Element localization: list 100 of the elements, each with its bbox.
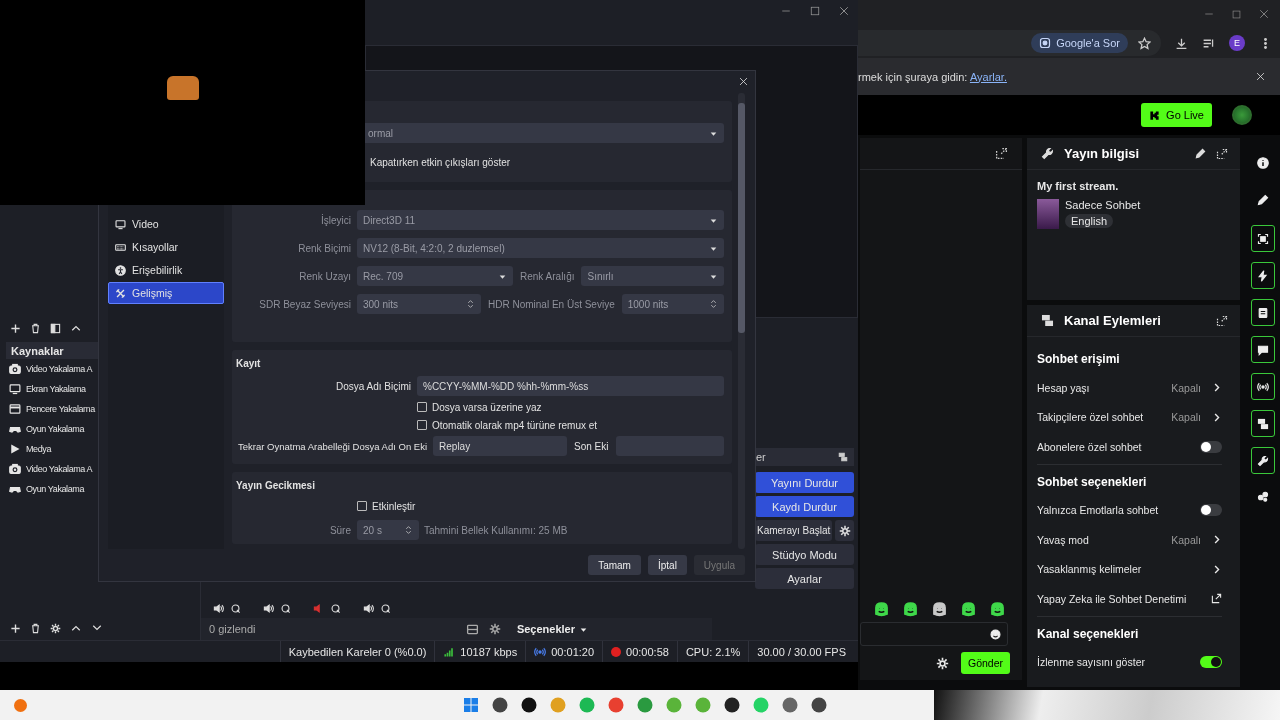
send-button[interactable]: Gönder <box>960 652 1010 674</box>
setting-row[interactable]: Yapay Zeka ile Sohbet Denetimi <box>1037 584 1222 614</box>
number-field[interactable]: 300 nits <box>357 294 481 314</box>
field-label[interactable]: Dosya Adı Biçimi <box>236 380 412 392</box>
emote-icon[interactable] <box>990 602 1005 617</box>
scrollbar[interactable] <box>738 93 745 549</box>
panel-icon[interactable] <box>50 322 61 334</box>
add-icon[interactable] <box>10 322 21 334</box>
setting-row[interactable]: Yasaklanmış kelimeler <box>1037 554 1222 584</box>
app-icon[interactable] <box>492 697 508 713</box>
toggle-switch[interactable] <box>1200 440 1222 453</box>
popout-icon[interactable] <box>1216 314 1228 327</box>
lens-icon <box>1039 37 1052 49</box>
start-icon[interactable] <box>463 697 479 713</box>
channels-button[interactable] <box>1250 410 1275 437</box>
app-icon[interactable] <box>811 697 827 713</box>
toggle-switch[interactable] <box>1200 504 1222 517</box>
restore-icon[interactable] <box>1231 8 1242 20</box>
monitor-icon[interactable] <box>9 383 21 395</box>
options-menu[interactable]: Seçenekler <box>510 623 594 635</box>
source-item[interactable]: Ekran Yakalama <box>26 384 86 394</box>
source-item[interactable]: Oyun Yakalama <box>26 424 84 434</box>
number-field[interactable]: 1000 nits <box>621 294 724 314</box>
setting-row[interactable]: Takipçilere özel sohbet Kapalı <box>1037 402 1222 432</box>
setting-row[interactable]: Hesap yaşı Kapalı <box>1037 373 1222 403</box>
close-icon[interactable] <box>738 75 749 87</box>
layout-icon[interactable] <box>465 622 479 636</box>
emote-icon[interactable] <box>874 602 889 617</box>
bookmark-star-icon[interactable] <box>1138 36 1151 50</box>
emote-icon[interactable] <box>961 602 976 617</box>
dialog-button[interactable]: Tamam <box>588 555 641 575</box>
trash-icon[interactable] <box>30 622 41 634</box>
channels-icon <box>1256 417 1269 430</box>
broadcast-button[interactable] <box>1250 373 1275 400</box>
popout-icon[interactable] <box>995 147 1008 160</box>
emote-icon[interactable] <box>903 602 918 617</box>
checkbox[interactable] <box>417 402 427 412</box>
text-field[interactable]: %CCYY-%MM-%DD %hh-%mm-%ss <box>417 376 724 396</box>
dialog-button[interactable]: İptal <box>647 555 687 575</box>
number-field[interactable]: 20 s <box>357 520 419 540</box>
dropdown[interactable]: Direct3D 11 <box>357 210 724 230</box>
speaker-icon[interactable] <box>213 603 224 614</box>
control-button[interactable]: Kaydı Durdur <box>755 496 854 517</box>
settings-link[interactable]: Ayarlar. <box>969 70 1007 83</box>
reading-list-icon[interactable] <box>1202 36 1215 50</box>
trash-icon[interactable] <box>30 322 41 334</box>
setting-row[interactable]: Yavaş mod Kapalı <box>1037 525 1222 555</box>
edit-icon[interactable] <box>1195 148 1206 159</box>
download-icon[interactable] <box>1175 36 1188 50</box>
settings-icon[interactable] <box>488 623 501 635</box>
checkbox[interactable] <box>417 420 427 430</box>
focus-button[interactable] <box>1250 225 1275 252</box>
source-item[interactable]: Video Yakalama A <box>26 464 93 474</box>
chat-input[interactable] <box>860 622 1008 646</box>
profile-avatar[interactable]: E <box>1229 35 1245 51</box>
add-icon[interactable] <box>10 622 21 634</box>
wrench-button[interactable] <box>1250 447 1275 474</box>
emote-icon[interactable] <box>932 602 947 617</box>
text-field[interactable]: Replay <box>433 436 568 456</box>
sidebar-item[interactable]: Erişebilirlik <box>108 259 224 281</box>
dropdown[interactable]: Rec. 709 <box>357 266 513 286</box>
avatar-icon[interactable] <box>1232 105 1252 125</box>
app-icon[interactable] <box>724 697 740 713</box>
dropdown[interactable]: ormal <box>362 123 724 143</box>
sidebar-item[interactable]: Kısayollar <box>108 236 224 258</box>
app-icon[interactable] <box>521 697 537 713</box>
control-button[interactable]: Yayını Durdur <box>755 472 854 493</box>
popout-icon[interactable] <box>1216 147 1228 160</box>
checkbox[interactable] <box>357 501 367 511</box>
section-title: Sohbet erişimi <box>1037 352 1120 366</box>
source-item[interactable]: Oyun Yakalama <box>26 484 84 494</box>
ask-google-button[interactable]: Google'a Sor <box>1031 33 1128 53</box>
panel-title: Yayın bilgisi <box>1064 146 1140 161</box>
field-label[interactable]: Tekrar Oynatma Arabelleği Dosya Adı On Eki <box>236 440 429 452</box>
bolt-button[interactable] <box>1250 262 1275 289</box>
document-button[interactable] <box>1250 299 1275 326</box>
window-icon[interactable] <box>9 403 21 415</box>
speaker-icon[interactable] <box>363 603 374 614</box>
source-item[interactable]: Video Yakalama A <box>26 364 93 374</box>
source-item[interactable]: Medya <box>26 444 51 454</box>
speaker-icon[interactable] <box>263 603 274 614</box>
float-icon[interactable] <box>838 452 848 462</box>
camera-icon[interactable] <box>9 363 21 375</box>
control-button[interactable]: Stüdyo Modu <box>755 544 854 565</box>
toggle-switch[interactable] <box>1200 656 1222 669</box>
close-icon[interactable] <box>1258 8 1270 20</box>
settings-button[interactable] <box>835 520 854 541</box>
sidebar-item[interactable]: Video <box>108 213 224 235</box>
camera-icon[interactable] <box>9 463 21 475</box>
chat-button[interactable] <box>1250 336 1275 363</box>
dropdown[interactable]: Sınırlı <box>581 266 724 286</box>
dropdown[interactable]: NV12 (8-Bit, 4:2:0, 2 duzlemsel) <box>357 238 724 258</box>
emoji-icon[interactable] <box>990 628 1001 640</box>
control-button[interactable]: Ayarlar <box>755 568 854 589</box>
play-icon[interactable] <box>9 443 21 455</box>
source-item[interactable]: Pencere Yakalama <box>26 404 95 414</box>
hidden-count: 0 gizlendi <box>209 623 256 635</box>
control-button[interactable]: Kamerayı Başlat <box>755 520 833 541</box>
go-live-button[interactable]: Go Live <box>1141 103 1212 127</box>
sidebar-item[interactable]: Gelişmiş <box>108 282 224 304</box>
